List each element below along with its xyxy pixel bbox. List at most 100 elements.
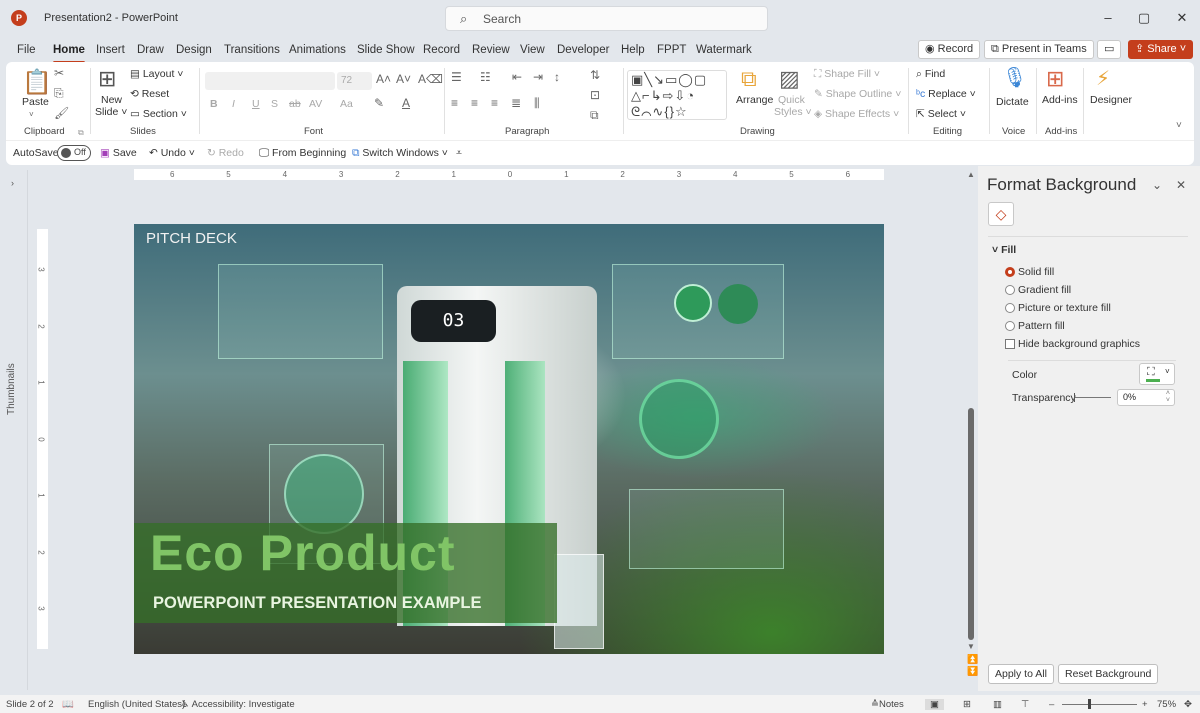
increase-font-icon[interactable]: A˄	[376, 72, 391, 86]
scroll-up-icon[interactable]: ▲	[967, 170, 975, 179]
save-button[interactable]: ▣ Save	[100, 147, 137, 159]
slide-title[interactable]: Eco Product	[150, 524, 455, 582]
italic-button[interactable]: I	[232, 98, 235, 110]
new-slide-icon[interactable]: ⊞	[98, 66, 116, 92]
tab-insert[interactable]: Insert	[96, 44, 125, 56]
align-left-icon[interactable]: ≡	[451, 96, 458, 110]
font-size-input[interactable]: 72	[337, 72, 372, 90]
select-button[interactable]: ⇱ Select ˅	[916, 108, 966, 120]
quick-styles-label[interactable]: Quick	[778, 94, 805, 106]
designer-icon[interactable]: ⚡	[1096, 66, 1110, 91]
thumbnails-pane[interactable]: › Thumbnails	[0, 170, 28, 690]
undo-button[interactable]: ↶ Undo ˅	[149, 147, 195, 159]
replace-button[interactable]: ᵇc Replace ˅	[916, 88, 976, 100]
shape-fill-button[interactable]: ⛶ Shape Fill ˅	[814, 68, 880, 81]
gradient-fill-label[interactable]: Gradient fill	[1018, 284, 1071, 296]
format-painter-icon[interactable]: 🖌	[54, 106, 69, 120]
zoom-slider-thumb[interactable]	[1088, 699, 1091, 709]
decrease-font-icon[interactable]: A˅	[396, 72, 411, 86]
shape-effects-button[interactable]: ◈ Shape Effects ˅	[814, 108, 899, 120]
language-label[interactable]: English (United States)	[88, 699, 185, 710]
zoom-level[interactable]: 75%	[1157, 699, 1176, 710]
shapes-gallery[interactable]: ▣╲↘▭◯▢ △⌐↳⇨⇩◔ ᘓ⌒∿{}☆	[627, 70, 727, 120]
tab-developer[interactable]: Developer	[557, 44, 609, 56]
transparency-spinbox[interactable]: 0% ˄ ˅	[1117, 389, 1175, 406]
autosave-toggle[interactable]: Off	[57, 145, 91, 161]
shape-outline-button[interactable]: ✎ Shape Outline ˅	[814, 88, 901, 100]
align-text-icon[interactable]: ⊡	[590, 88, 600, 102]
pane-close-icon[interactable]: ✕	[1176, 178, 1186, 192]
justify-icon[interactable]: ≣	[511, 96, 521, 110]
slide-show-icon[interactable]: ⊤	[1021, 699, 1029, 710]
pattern-fill-label[interactable]: Pattern fill	[1018, 320, 1065, 332]
fit-to-window-icon[interactable]: ✥	[1184, 699, 1192, 710]
paste-button[interactable]: Paste	[22, 96, 49, 108]
highlight-icon[interactable]: ✎	[374, 96, 384, 110]
scroll-down-icon[interactable]: ▼	[967, 642, 975, 651]
accessibility-button[interactable]: ♿ Accessibility: Investigate	[181, 699, 295, 710]
hide-background-graphics-checkbox[interactable]	[1005, 339, 1015, 349]
align-right-icon[interactable]: ≡	[491, 96, 498, 110]
search-box[interactable]: ⌕ Search	[445, 6, 768, 31]
tab-design[interactable]: Design	[176, 44, 212, 56]
tab-home[interactable]: Home	[53, 44, 85, 64]
vertical-scrollbar[interactable]: ▲ ▼ ⏫ ⏬	[965, 170, 978, 690]
picture-fill-label[interactable]: Picture or texture fill	[1018, 302, 1111, 314]
tab-slide-show[interactable]: Slide Show	[357, 44, 415, 56]
slide-sorter-icon[interactable]: ⊞	[963, 699, 971, 710]
reset-background-button[interactable]: Reset Background	[1058, 664, 1159, 684]
fill-section-header[interactable]: ˅ Fill	[992, 244, 1016, 256]
spin-arrows-icon[interactable]: ˄ ˅	[1166, 390, 1170, 404]
arrange-button[interactable]: Arrange	[736, 94, 773, 106]
decrease-indent-icon[interactable]: ⇤	[512, 70, 522, 84]
numbering-icon[interactable]: ☷	[480, 70, 491, 84]
smartart-icon[interactable]: ⧉	[590, 108, 599, 123]
font-name-input[interactable]	[205, 72, 335, 90]
zoom-out-icon[interactable]: –	[1049, 699, 1054, 710]
underline-button[interactable]: U	[252, 98, 260, 110]
columns-icon[interactable]: ⫼	[534, 96, 540, 111]
redo-button[interactable]: ↻ Redo	[207, 147, 244, 159]
close-button[interactable]: ✕	[1172, 10, 1192, 26]
apply-to-all-button[interactable]: Apply to All	[988, 664, 1054, 684]
line-spacing-icon[interactable]: ↕	[554, 70, 560, 84]
normal-view-icon[interactable]: ▣	[925, 699, 944, 710]
quick-styles-button[interactable]: Styles ˅	[774, 106, 812, 118]
comments-button[interactable]: ▭	[1097, 40, 1122, 59]
tab-fppt[interactable]: FPPT	[657, 44, 686, 56]
clear-formatting-icon[interactable]: A⌫	[418, 72, 443, 86]
add-ins-icon[interactable]: ⊞	[1046, 66, 1064, 92]
solid-fill-label[interactable]: Solid fill	[1018, 266, 1054, 278]
fill-tab-paint-bucket-icon[interactable]: ◇	[988, 202, 1014, 226]
notes-button[interactable]: ≙Notes	[871, 699, 904, 710]
spelling-icon[interactable]: 📖	[62, 699, 74, 710]
expand-thumbnails-icon[interactable]: ›	[11, 178, 14, 188]
color-picker-button[interactable]: ⛶ ˅	[1139, 363, 1175, 385]
zoom-in-icon[interactable]: +	[1142, 699, 1148, 710]
layout-button[interactable]: ▤ Layout ˅	[130, 68, 183, 80]
cut-icon[interactable]: ✂	[54, 66, 64, 80]
section-button[interactable]: ▭ Section ˅	[130, 108, 187, 120]
hide-background-graphics-label[interactable]: Hide background graphics	[1018, 338, 1140, 350]
share-button[interactable]: ⇪ Share ˅	[1128, 40, 1194, 59]
designer-button[interactable]: Designer	[1090, 94, 1132, 106]
new-slide-button[interactable]: Slide ˅	[95, 106, 127, 118]
pane-options-chevron-icon[interactable]: ⌄	[1152, 178, 1162, 192]
strikethrough-button[interactable]: ab	[289, 98, 301, 110]
increase-indent-icon[interactable]: ⇥	[533, 70, 543, 84]
zoom-slider-track[interactable]	[1062, 704, 1137, 705]
align-center-icon[interactable]: ≡	[471, 96, 478, 110]
slide-canvas[interactable]: 03 PITCH DECK Eco Product POWERPOINT PRE…	[134, 224, 884, 654]
new-slide-label-1[interactable]: New	[101, 94, 122, 106]
picture-fill-radio[interactable]	[1005, 303, 1015, 313]
restore-button[interactable]: ▢	[1134, 10, 1154, 26]
dictate-button[interactable]: Dictate	[996, 96, 1029, 108]
copy-icon[interactable]: ⎘	[54, 86, 64, 101]
tab-transitions[interactable]: Transitions	[224, 44, 280, 56]
collapse-ribbon-icon[interactable]: ˅	[1176, 120, 1182, 131]
bullets-icon[interactable]: ☰	[451, 70, 462, 84]
change-case-button[interactable]: Aa	[340, 98, 353, 110]
tab-draw[interactable]: Draw	[137, 44, 164, 56]
tab-view[interactable]: View	[520, 44, 545, 56]
pattern-fill-radio[interactable]	[1005, 321, 1015, 331]
